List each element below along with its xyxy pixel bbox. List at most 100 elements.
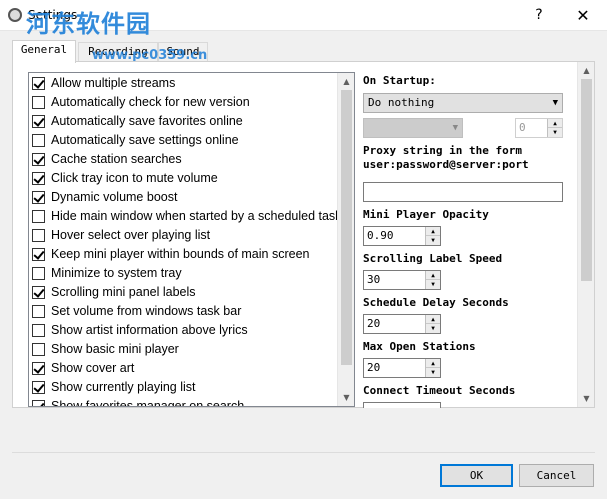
startup-index-stepper: 0 ▲ ▼ bbox=[515, 118, 563, 138]
option-row[interactable]: Show artist information above lyrics bbox=[29, 321, 339, 340]
option-row[interactable]: Click tray icon to mute volume bbox=[29, 169, 339, 188]
checkbox-checked[interactable] bbox=[32, 77, 45, 90]
stepper-buttons[interactable]: ▲ ▼ bbox=[425, 227, 440, 245]
stepper-buttons[interactable]: ▲ ▼ bbox=[425, 359, 440, 377]
option-label: Automatically check for new version bbox=[51, 95, 250, 109]
options-list-viewport: Allow multiple streams Automatically chec… bbox=[29, 73, 339, 407]
stepper-buttons[interactable]: ▲ ▼ bbox=[425, 271, 440, 289]
stepper-down-icon[interactable]: ▼ bbox=[426, 368, 440, 377]
option-row[interactable]: Cache station searches bbox=[29, 150, 339, 169]
checkbox-checked[interactable] bbox=[32, 248, 45, 261]
on-startup-value: Do nothing bbox=[368, 96, 435, 109]
chevron-down-icon: ▼ bbox=[552, 98, 558, 108]
panel-scrollbar[interactable]: ▲ ▼ bbox=[577, 62, 594, 407]
checkbox-unchecked[interactable] bbox=[32, 210, 45, 223]
connect-timeout-stepper[interactable] bbox=[363, 402, 441, 408]
checkbox-checked[interactable] bbox=[32, 400, 45, 406]
watermark-logo: 河东软件园 bbox=[26, 9, 151, 38]
chevron-down-icon: ▼ bbox=[452, 123, 458, 133]
scrollbar-thumb[interactable] bbox=[581, 79, 592, 282]
checkbox-unchecked[interactable] bbox=[32, 229, 45, 242]
startup-index-value: 0 bbox=[519, 121, 526, 134]
option-row[interactable]: Set volume from windows task bar bbox=[29, 302, 339, 321]
stepper-up-icon[interactable]: ▲ bbox=[426, 315, 440, 324]
on-startup-select[interactable]: Do nothing ▼ bbox=[363, 93, 563, 113]
on-startup-label: On Startup: bbox=[363, 74, 436, 87]
app-icon bbox=[8, 8, 22, 22]
max-stations-stepper[interactable]: 20 ▲ ▼ bbox=[363, 358, 441, 378]
tab-general[interactable]: General bbox=[12, 40, 76, 63]
stepper-buttons[interactable]: ▲ ▼ bbox=[425, 315, 440, 333]
scroll-speed-label: Scrolling Label Speed bbox=[363, 252, 503, 265]
stepper-down-icon[interactable]: ▼ bbox=[426, 236, 440, 245]
proxy-label-line1: Proxy string in the form bbox=[363, 144, 522, 157]
proxy-input[interactable] bbox=[363, 182, 563, 202]
option-row[interactable]: Dynamic volume boost bbox=[29, 188, 339, 207]
option-label: Set volume from windows task bar bbox=[51, 304, 242, 318]
checkbox-unchecked[interactable] bbox=[32, 134, 45, 147]
stepper-down-icon[interactable]: ▼ bbox=[426, 280, 440, 289]
ok-button[interactable]: OK bbox=[440, 464, 513, 487]
option-row[interactable]: Show currently playing list bbox=[29, 378, 339, 397]
stepper-up-icon[interactable]: ▲ bbox=[426, 271, 440, 280]
checkbox-unchecked[interactable] bbox=[32, 96, 45, 109]
option-row[interactable]: Scrolling mini panel labels bbox=[29, 283, 339, 302]
startup-target-select: ▼ bbox=[363, 118, 463, 138]
stepper-buttons: ▲ ▼ bbox=[547, 119, 562, 137]
connect-timeout-label: Connect Timeout Seconds bbox=[363, 384, 516, 397]
option-row[interactable]: Show basic mini player bbox=[29, 340, 339, 359]
schedule-delay-label: Schedule Delay Seconds bbox=[363, 296, 509, 309]
checkbox-checked[interactable] bbox=[32, 286, 45, 299]
option-label: Show favorites manager on search bbox=[51, 399, 245, 407]
stepper-up-icon[interactable]: ▲ bbox=[426, 359, 440, 368]
option-row[interactable]: Automatically check for new version bbox=[29, 93, 339, 112]
checkbox-checked[interactable] bbox=[32, 191, 45, 204]
option-row[interactable]: Allow multiple streams bbox=[29, 74, 339, 93]
options-checklist[interactable]: Allow multiple streams Automatically chec… bbox=[28, 72, 355, 407]
option-row[interactable]: Keep mini player within bounds of main s… bbox=[29, 245, 339, 264]
stepper-up-icon: ▲ bbox=[548, 119, 562, 128]
opacity-stepper[interactable]: 0.90 ▲ ▼ bbox=[363, 226, 441, 246]
scroll-down-arrow-icon[interactable]: ▼ bbox=[338, 389, 354, 406]
checkbox-unchecked[interactable] bbox=[32, 343, 45, 356]
option-row[interactable]: Automatically save favorites online bbox=[29, 112, 339, 131]
scroll-down-arrow-icon[interactable]: ▼ bbox=[578, 390, 595, 407]
scroll-up-arrow-icon[interactable]: ▲ bbox=[338, 73, 354, 90]
stepper-down-icon[interactable]: ▼ bbox=[426, 324, 440, 333]
option-label: Allow multiple streams bbox=[51, 76, 176, 90]
option-label: Automatically save favorites online bbox=[51, 114, 243, 128]
schedule-delay-stepper[interactable]: 20 ▲ ▼ bbox=[363, 314, 441, 334]
option-row[interactable]: Hide main window when started by a sched… bbox=[29, 207, 339, 226]
option-row[interactable]: Hover select over playing list bbox=[29, 226, 339, 245]
checkbox-unchecked[interactable] bbox=[32, 324, 45, 337]
checkbox-checked[interactable] bbox=[32, 153, 45, 166]
opacity-value: 0.90 bbox=[367, 229, 394, 242]
stepper-up-icon[interactable]: ▲ bbox=[426, 227, 440, 236]
opacity-label: Mini Player Opacity bbox=[363, 208, 489, 221]
option-row[interactable]: Show cover art bbox=[29, 359, 339, 378]
checkbox-checked[interactable] bbox=[32, 115, 45, 128]
option-label: Show cover art bbox=[51, 361, 135, 375]
scrollbar-thumb[interactable] bbox=[341, 90, 352, 366]
cancel-button[interactable]: Cancel bbox=[519, 464, 594, 487]
general-panel: Allow multiple streams Automatically chec… bbox=[12, 61, 595, 408]
close-button[interactable]: ✕ bbox=[568, 2, 598, 29]
max-stations-value: 20 bbox=[367, 361, 381, 374]
option-label: Show currently playing list bbox=[51, 380, 196, 394]
checkbox-checked[interactable] bbox=[32, 381, 45, 394]
checkbox-unchecked[interactable] bbox=[32, 267, 45, 280]
checkbox-checked[interactable] bbox=[32, 362, 45, 375]
option-row[interactable]: Show favorites manager on search bbox=[29, 397, 339, 407]
help-button[interactable]: ? bbox=[524, 2, 554, 29]
option-label: Hide main window when started by a sched… bbox=[51, 209, 339, 223]
footer-divider bbox=[12, 452, 595, 453]
scroll-speed-stepper[interactable]: 30 ▲ ▼ bbox=[363, 270, 441, 290]
scroll-up-arrow-icon[interactable]: ▲ bbox=[578, 62, 595, 79]
options-list-scrollbar[interactable]: ▲ ▼ bbox=[337, 73, 354, 406]
checkbox-unchecked[interactable] bbox=[32, 305, 45, 318]
proxy-label-line2: user:password@server:port bbox=[363, 158, 529, 171]
option-row[interactable]: Automatically save settings online bbox=[29, 131, 339, 150]
max-stations-label: Max Open Stations bbox=[363, 340, 476, 353]
option-row[interactable]: Minimize to system tray bbox=[29, 264, 339, 283]
checkbox-checked[interactable] bbox=[32, 172, 45, 185]
